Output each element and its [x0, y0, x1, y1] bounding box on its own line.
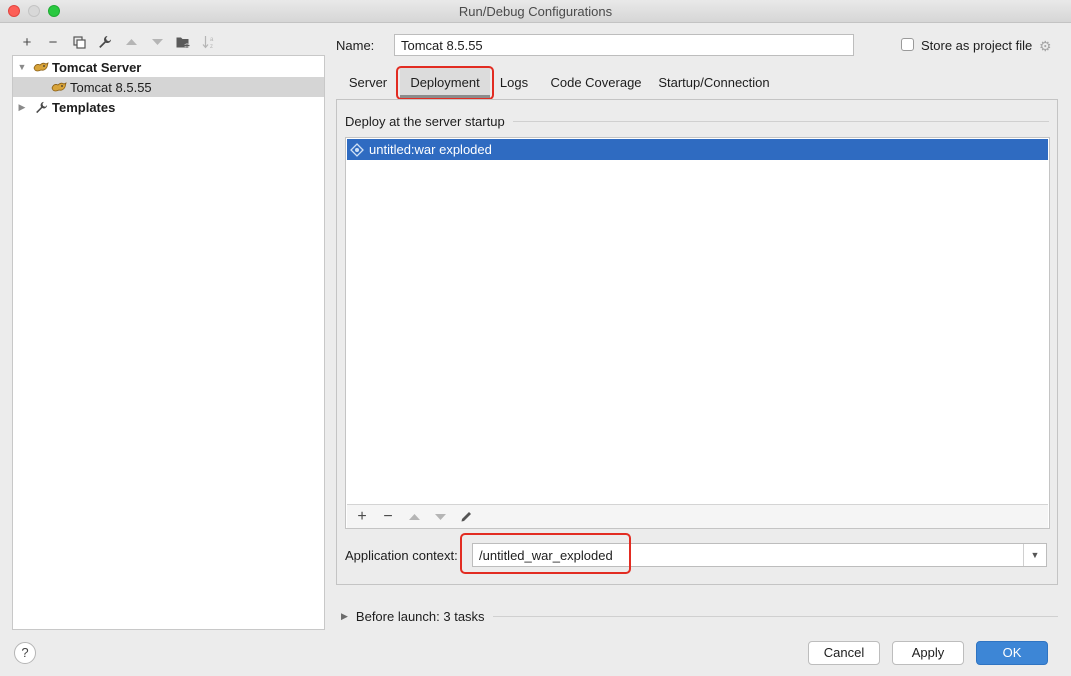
configurations-toolbar: + − az — [14, 32, 222, 52]
wrench-icon[interactable] — [92, 32, 118, 52]
sort-icon[interactable]: az — [196, 32, 222, 52]
name-input[interactable]: Tomcat 8.5.55 — [394, 34, 854, 56]
name-label: Name: — [336, 38, 375, 53]
move-down-icon[interactable] — [144, 32, 170, 52]
application-context-value: /untitled_war_exploded — [479, 548, 613, 563]
collapsed-arrow-icon[interactable]: ▶ — [16, 102, 28, 113]
artifact-icon — [349, 142, 365, 158]
tree-item-templates[interactable]: ▶ Templates — [13, 97, 324, 117]
application-context-label: Application context: — [345, 548, 458, 563]
store-as-project-file-checkbox[interactable] — [901, 38, 914, 51]
tomcat-icon — [33, 60, 49, 74]
application-context-combobox[interactable]: /untitled_war_exploded ▼ — [472, 543, 1047, 567]
apply-button[interactable]: Apply — [892, 641, 964, 665]
configurations-tree: ▼ Tomcat Server Tomcat 8.5.55 ▶ Template… — [12, 55, 325, 630]
wrench-icon — [33, 100, 49, 114]
tab-logs[interactable]: Logs — [496, 68, 532, 98]
collapsed-arrow-icon[interactable]: ▶ — [341, 611, 348, 622]
remove-icon[interactable]: − — [40, 32, 66, 52]
add-icon[interactable]: + — [349, 507, 375, 527]
list-item-label: untitled:war exploded — [369, 142, 492, 157]
window-title: Run/Debug Configurations — [458, 4, 613, 19]
gear-icon[interactable]: ⚙ — [1039, 38, 1052, 55]
deployment-list-toolbar: + − — [347, 504, 1048, 528]
svg-text:a: a — [210, 37, 214, 43]
section-divider — [493, 616, 1058, 617]
tab-server[interactable]: Server — [342, 68, 394, 98]
new-folder-icon[interactable] — [170, 32, 196, 52]
help-button[interactable]: ? — [14, 642, 36, 664]
move-down-icon[interactable] — [427, 507, 453, 527]
add-icon[interactable]: + — [14, 32, 40, 52]
deployment-list: untitled:war exploded + − — [345, 137, 1050, 529]
expanded-arrow-icon[interactable]: ▼ — [16, 62, 28, 72]
before-launch-section[interactable]: ▶ Before launch: 3 tasks — [341, 609, 485, 624]
title-bar: Run/Debug Configurations — [0, 0, 1071, 23]
tree-item-tomcat-8-5-55[interactable]: Tomcat 8.5.55 — [13, 77, 324, 97]
tree-item-label: Tomcat Server — [52, 59, 142, 75]
tree-item-label: Templates — [52, 99, 116, 115]
tab-deployment[interactable]: Deployment — [400, 68, 490, 98]
tree-item-label: Tomcat 8.5.55 — [70, 79, 152, 95]
list-item[interactable]: untitled:war exploded — [347, 139, 1048, 160]
move-up-icon[interactable] — [401, 507, 427, 527]
remove-icon[interactable]: − — [375, 507, 401, 527]
ok-button[interactable]: OK — [976, 641, 1048, 665]
tab-code-coverage[interactable]: Code Coverage — [546, 68, 646, 98]
run-debug-configurations-window: Run/Debug Configurations + − az ▼ Tomcat… — [0, 0, 1071, 676]
tab-startup-connection[interactable]: Startup/Connection — [658, 68, 770, 98]
tomcat-icon — [51, 80, 67, 94]
svg-text:z: z — [210, 44, 213, 49]
edit-pencil-icon[interactable] — [453, 507, 479, 527]
chevron-down-icon[interactable]: ▼ — [1023, 544, 1046, 566]
cancel-button[interactable]: Cancel — [808, 641, 880, 665]
deploy-section-title: Deploy at the server startup — [345, 114, 505, 129]
before-launch-label: Before launch: 3 tasks — [355, 609, 485, 624]
name-input-value: Tomcat 8.5.55 — [401, 37, 483, 53]
store-as-project-file-label: Store as project file — [921, 38, 1033, 53]
copy-icon[interactable] — [66, 32, 92, 52]
tree-item-tomcat-server[interactable]: ▼ Tomcat Server — [13, 57, 324, 77]
section-divider — [513, 121, 1049, 122]
move-up-icon[interactable] — [118, 32, 144, 52]
